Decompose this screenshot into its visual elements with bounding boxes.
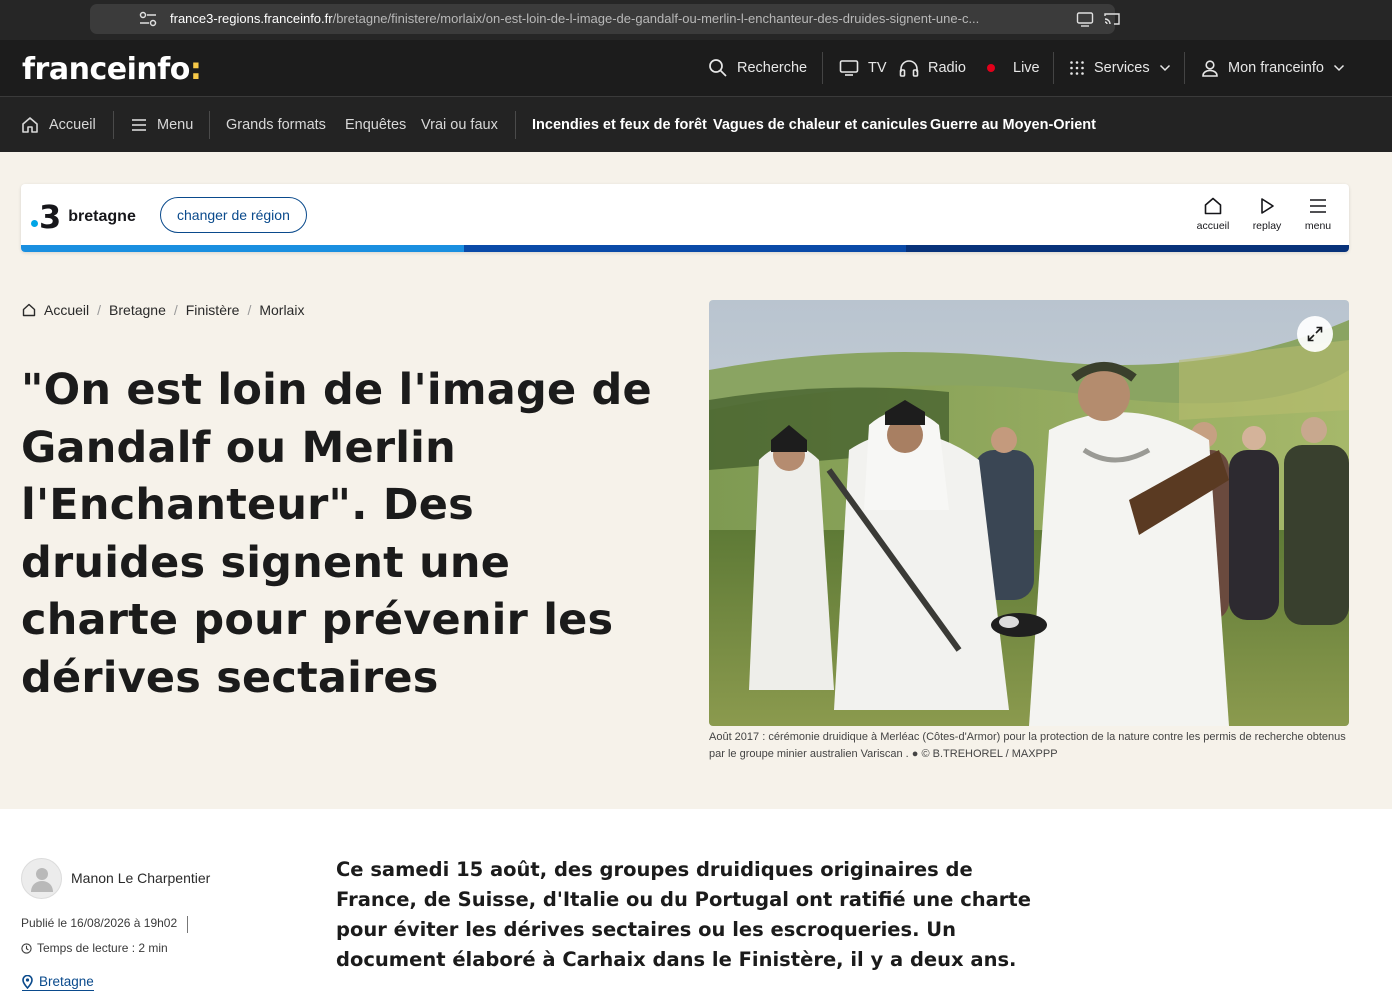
stripe-segment xyxy=(906,245,1349,252)
tag-bretagne[interactable]: Bretagne xyxy=(22,974,94,991)
home-icon xyxy=(22,117,38,133)
expand-photo-button[interactable] xyxy=(1297,316,1333,352)
browser-toolbar: france3-regions.franceinfo.fr/bretagne/f… xyxy=(0,0,1392,40)
reading-time-label: Temps de lecture : 2 min xyxy=(37,941,168,955)
region-menu-button[interactable]: menu xyxy=(1291,196,1345,232)
region-home-button[interactable]: accueil xyxy=(1186,196,1240,232)
account-menu[interactable]: Mon franceinfo xyxy=(1201,40,1345,96)
header-divider xyxy=(1053,52,1054,84)
logo-colon: : xyxy=(189,52,202,87)
expand-icon xyxy=(1307,326,1323,342)
grid-icon xyxy=(1070,61,1084,75)
account-label: Mon franceinfo xyxy=(1228,60,1324,76)
nav-divider xyxy=(113,111,114,139)
radio-link[interactable]: Radio xyxy=(899,40,966,96)
nav-home[interactable]: Accueil xyxy=(21,97,96,153)
franceinfo-logo[interactable]: franceinfo: xyxy=(22,52,202,87)
chevron-down-icon xyxy=(1159,64,1170,72)
header-divider xyxy=(1184,52,1185,84)
nav-topic-incendies[interactable]: Incendies et feux de forêt xyxy=(532,97,707,153)
nav-topic-moyen-orient[interactable]: Guerre au Moyen-Orient xyxy=(930,97,1096,153)
tv-icon xyxy=(839,60,859,76)
install-icon[interactable] xyxy=(1076,10,1094,28)
tag-label: Bretagne xyxy=(39,974,94,989)
logo-number: 3 xyxy=(39,198,62,236)
nav-divider xyxy=(515,111,516,139)
stripe-segment xyxy=(463,245,907,252)
search-icon xyxy=(709,59,727,77)
region-name: bretagne xyxy=(68,208,136,225)
breadcrumb-separator: / xyxy=(247,302,252,318)
live-dot-icon xyxy=(987,64,995,72)
search-label: Recherche xyxy=(737,60,808,76)
breadcrumb-morlaix[interactable]: Morlaix xyxy=(259,302,304,318)
chevron-down-icon xyxy=(1333,64,1344,72)
tv-label: TV xyxy=(868,60,887,76)
hamburger-icon xyxy=(132,119,146,131)
url-path: /bretagne/finistere/morlaix/on-est-loin-… xyxy=(332,11,980,26)
nav-menu-label: Menu xyxy=(157,117,194,133)
author-avatar[interactable] xyxy=(21,858,62,899)
nav-link-enquetes[interactable]: Enquêtes xyxy=(345,97,406,153)
user-icon xyxy=(1202,60,1218,77)
tv-link[interactable]: TV xyxy=(839,40,887,96)
clock-icon xyxy=(21,942,32,954)
article-hero: 3 bretagne changer de région accueil rep… xyxy=(0,152,1392,809)
location-pin-icon xyxy=(22,974,33,989)
publication-date: Publié le 16/08/2026 à 19h02 xyxy=(21,916,189,933)
play-icon xyxy=(1261,198,1274,214)
url-text[interactable]: france3-regions.franceinfo.fr/bretagne/f… xyxy=(170,11,1070,26)
breadcrumb-separator: / xyxy=(173,302,178,318)
article-photo[interactable] xyxy=(709,300,1349,726)
nav-divider xyxy=(209,111,210,139)
site-header: franceinfo: Recherche TV Radio Live Serv… xyxy=(0,40,1392,96)
home-icon xyxy=(22,303,36,317)
search-button[interactable]: Recherche xyxy=(708,40,807,96)
live-label: Live xyxy=(1013,60,1040,76)
url-host: france3-regions.franceinfo.fr xyxy=(170,11,333,26)
header-divider xyxy=(822,52,823,84)
region-banner: 3 bretagne changer de région accueil rep… xyxy=(21,184,1349,252)
services-label: Services xyxy=(1094,60,1150,76)
home-icon xyxy=(1204,197,1222,215)
france3-bretagne-logo[interactable]: 3 bretagne xyxy=(31,199,136,235)
cast-icon[interactable] xyxy=(1103,10,1121,28)
site-info-icon[interactable] xyxy=(138,10,158,28)
main-nav: Accueil Menu Grands formats Enquêtes Vra… xyxy=(0,96,1392,152)
reading-time: Temps de lecture : 2 min xyxy=(21,941,168,955)
article-title: "On est loin de l'image de Gandalf ou Me… xyxy=(21,365,652,703)
live-link[interactable]: Live xyxy=(987,40,1040,96)
breadcrumb: Accueil / Bretagne / Finistère / Morlaix xyxy=(22,302,304,318)
breadcrumb-finistere[interactable]: Finistère xyxy=(186,302,240,318)
logo-text: franceinfo xyxy=(22,52,190,87)
breadcrumb-home[interactable]: Accueil xyxy=(44,302,89,318)
region-replay-label: replay xyxy=(1252,220,1282,232)
logo-dot xyxy=(31,219,38,227)
radio-label: Radio xyxy=(928,60,966,76)
druid-ceremony-photo xyxy=(709,300,1349,726)
region-menu-label: menu xyxy=(1304,220,1332,232)
change-region-button[interactable]: changer de région xyxy=(160,197,307,233)
hamburger-icon xyxy=(1310,199,1326,213)
author-name[interactable]: Manon Le Charpentier xyxy=(71,870,210,886)
user-icon xyxy=(30,867,53,892)
nav-topic-canicules[interactable]: Vagues de chaleur et canicules xyxy=(713,97,927,153)
nav-home-label: Accueil xyxy=(49,117,96,133)
nav-menu[interactable]: Menu xyxy=(131,97,193,153)
photo-caption: Août 2017 : cérémonie druidique à Merléa… xyxy=(709,731,1346,760)
services-menu[interactable]: Services xyxy=(1069,40,1171,96)
stripe-segment xyxy=(21,245,464,252)
region-home-label: accueil xyxy=(1196,220,1230,232)
region-color-stripe xyxy=(21,245,1349,252)
headphones-icon xyxy=(899,60,919,77)
nav-link-grands-formats[interactable]: Grands formats xyxy=(226,97,326,153)
region-replay-button[interactable]: replay xyxy=(1240,196,1294,232)
nav-link-vrai-ou-faux[interactable]: Vrai ou faux xyxy=(421,97,498,153)
article-lead: Ce samedi 15 août, des groupes druidique… xyxy=(336,858,1031,971)
breadcrumb-bretagne[interactable]: Bretagne xyxy=(109,302,166,318)
breadcrumb-separator: / xyxy=(97,302,102,318)
